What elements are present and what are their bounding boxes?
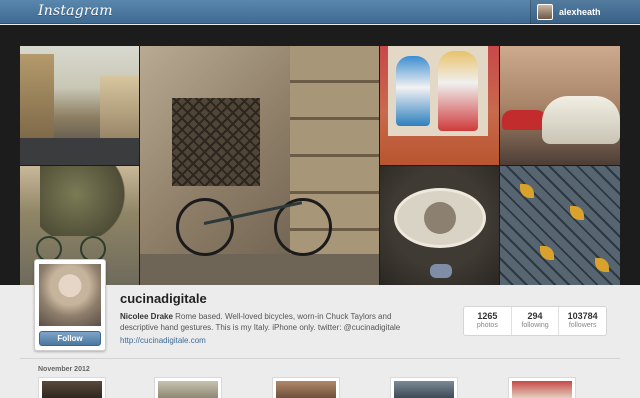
collage-photo-graffiti[interactable] <box>380 46 499 165</box>
stat-value: 103784 <box>567 311 598 321</box>
collage-photo-cars[interactable] <box>500 46 620 165</box>
feed-photo[interactable] <box>38 377 106 398</box>
stat-value: 294 <box>527 311 543 321</box>
profile-website-link[interactable]: http://cucinadigitale.com <box>120 336 206 345</box>
feed-photo[interactable] <box>390 377 458 398</box>
top-navigation-bar: Instagram alexheath <box>0 0 640 24</box>
header-photo-collage <box>20 46 620 285</box>
profile-username: cucinadigitale <box>120 291 207 306</box>
stat-followers[interactable]: 103784 followers <box>559 307 606 335</box>
collage-photo-bicycle[interactable] <box>140 46 379 285</box>
profile-stats: 1265 photos 294 following 103784 followe… <box>463 306 607 336</box>
feed-photo[interactable] <box>508 377 576 398</box>
feed-month-label: November 2012 <box>38 366 90 373</box>
stat-value: 1265 <box>477 311 498 321</box>
profile-avatar-card: Follow <box>34 259 106 351</box>
stat-label: photos <box>476 322 498 329</box>
follow-button[interactable]: Follow <box>39 331 101 346</box>
collage-photo-street[interactable] <box>20 46 139 165</box>
stat-label: following <box>521 322 549 329</box>
user-menu[interactable]: alexheath <box>530 0 640 24</box>
stat-following[interactable]: 294 following <box>512 307 560 335</box>
profile-avatar[interactable] <box>39 264 101 326</box>
stat-label: followers <box>568 322 597 329</box>
section-divider <box>20 358 620 359</box>
profile-header <box>0 25 640 285</box>
collage-photo-manhole-plaque[interactable] <box>380 166 499 285</box>
feed-photo[interactable] <box>272 377 340 398</box>
user-avatar <box>537 4 553 20</box>
collage-photo-leaves[interactable] <box>500 166 620 285</box>
stat-photos[interactable]: 1265 photos <box>464 307 512 335</box>
instagram-logo[interactable]: Instagram <box>38 3 113 19</box>
profile-full-name: Nicolee Drake <box>120 312 173 321</box>
feed-photo[interactable] <box>154 377 222 398</box>
photo-feed <box>38 377 618 398</box>
profile-bio: Nicolee Drake Rome based. Well-loved bic… <box>120 311 420 333</box>
user-name: alexheath <box>559 7 601 17</box>
